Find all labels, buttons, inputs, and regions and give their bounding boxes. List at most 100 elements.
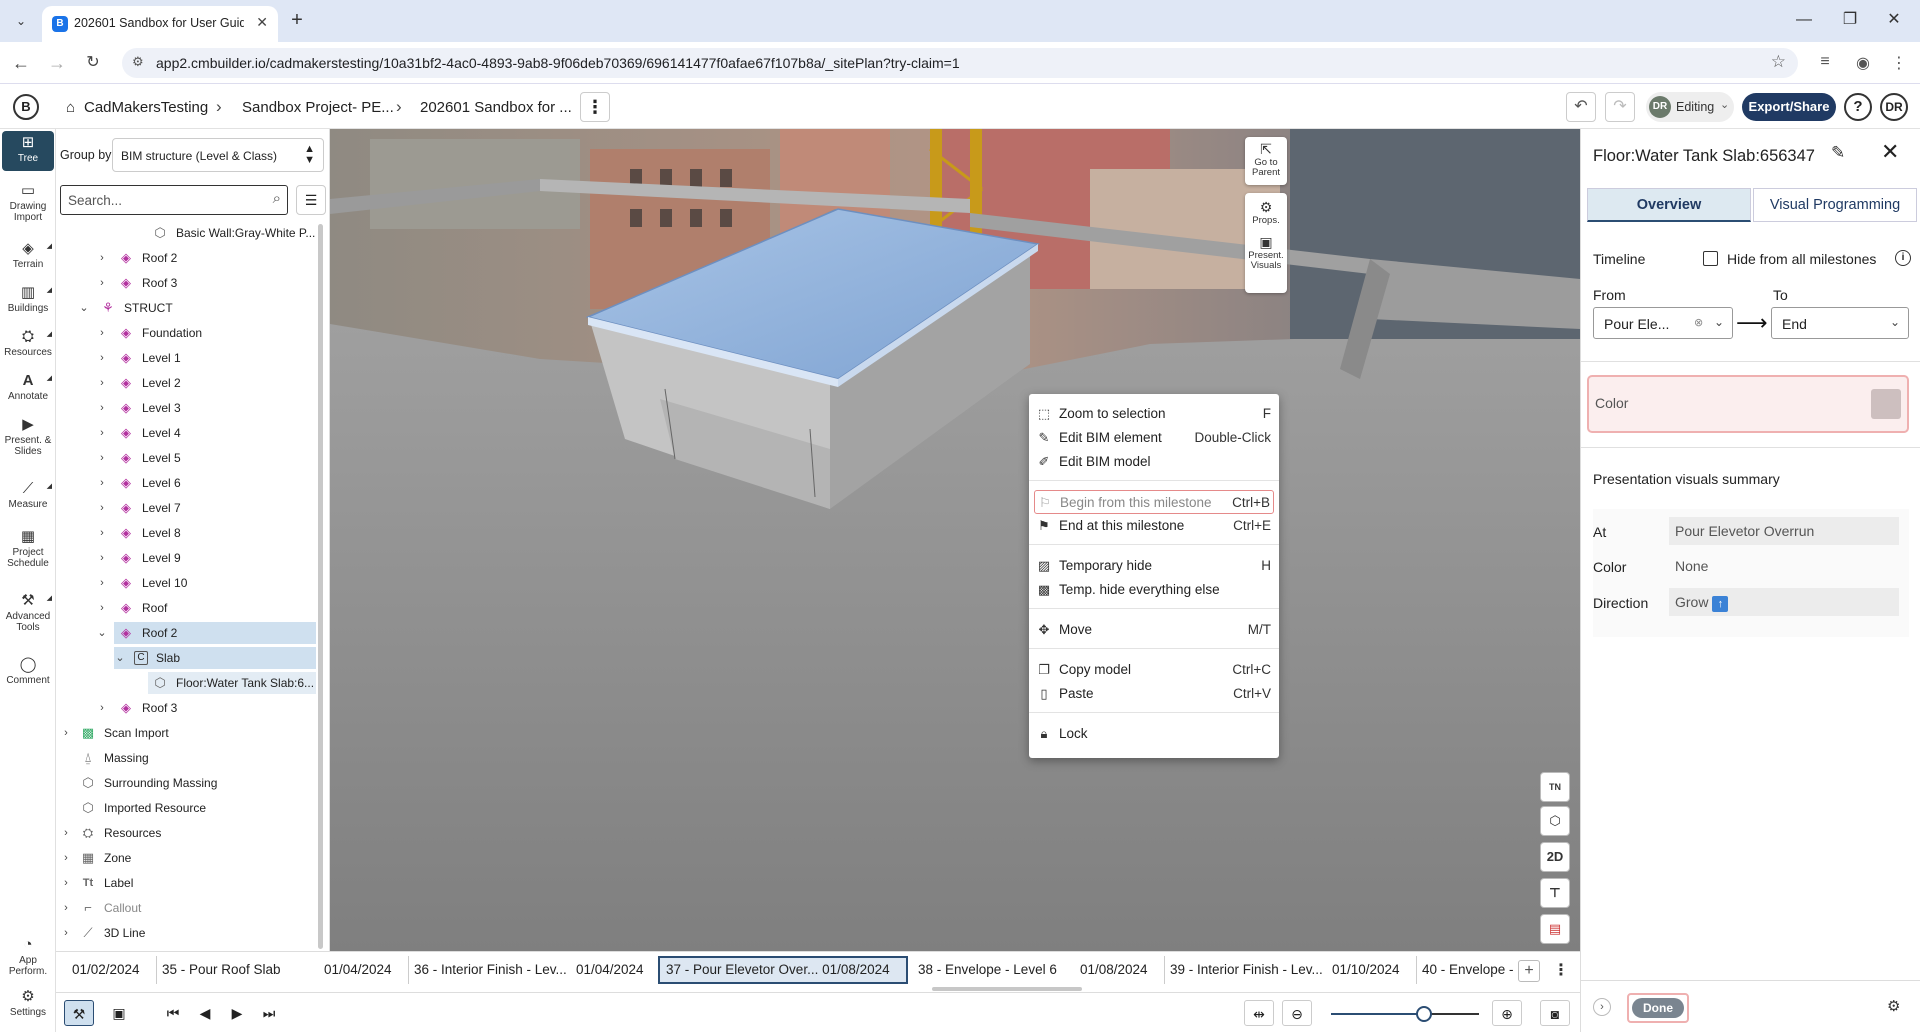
site-info-icon[interactable]: ⚙ (132, 54, 144, 70)
menu-copy-model[interactable]: ❐ Copy model Ctrl+C (1029, 658, 1279, 682)
close-panel-icon[interactable]: ✕ (1881, 139, 1899, 165)
rail-comment[interactable]: ◯ Comment (2, 657, 54, 687)
user-avatar-button[interactable]: DR (1880, 93, 1908, 121)
chevron-down-icon[interactable]: ⌄ (96, 622, 108, 644)
editing-mode-dropdown[interactable]: DR Editing ⌄ (1646, 92, 1734, 122)
home-icon[interactable]: ⌂ (66, 99, 75, 116)
tree-row[interactable]: › ◈ Level 6 (56, 472, 318, 494)
browser-menu-icon[interactable]: ⋮ (1888, 53, 1910, 75)
chevron-right-icon[interactable]: › (60, 722, 72, 744)
help-button[interactable]: ? (1844, 93, 1872, 121)
rail-settings[interactable]: ⚙ Settings (2, 989, 54, 1019)
more-options-button[interactable]: ⋮ (580, 92, 610, 122)
export-share-button[interactable]: Export/Share (1742, 93, 1836, 121)
tree-row-selected-parent[interactable]: ⌄ ◈ Roof 2 (97, 622, 316, 644)
zoom-in-icon[interactable]: ⊕ (1492, 1000, 1522, 1026)
tree-row[interactable]: › ▩ Scan Import (56, 722, 318, 744)
browser-tab[interactable]: B 202601 Sandbox for User Guide ✕ (42, 6, 278, 42)
chevron-right-icon[interactable]: › (96, 522, 108, 544)
tree-options-button[interactable]: ☰ (296, 185, 326, 215)
chevron-right-icon[interactable]: › (96, 497, 108, 519)
done-button[interactable]: Done (1632, 998, 1684, 1018)
menu-begin-from-milestone[interactable]: ⚐ Begin from this milestone Ctrl+B (1034, 490, 1274, 514)
milestone-date[interactable]: 01/08/2024 (1080, 956, 1148, 984)
tab-overview[interactable]: Overview (1587, 188, 1751, 222)
tree-row[interactable]: › Tt Label (56, 872, 318, 894)
tree-row[interactable]: › ◈ Level 9 (56, 547, 318, 569)
step-back-icon[interactable]: ◀ (190, 1000, 220, 1026)
new-tab-button[interactable]: + (284, 8, 310, 34)
reload-icon[interactable]: ↻ (80, 51, 106, 75)
chevron-right-icon[interactable]: › (96, 247, 108, 269)
skip-to-end-icon[interactable]: ⏭ (254, 1000, 284, 1026)
menu-edit-bim-model[interactable]: ✐ Edit BIM model (1029, 450, 1279, 474)
2d-toggle-button[interactable]: 2D (1540, 842, 1570, 872)
play-icon[interactable]: ▶ (222, 1000, 252, 1026)
chevron-down-icon[interactable]: ⌄ (78, 297, 90, 319)
tab-search-chevron-icon[interactable]: ⌄ (8, 9, 34, 33)
zoom-out-icon[interactable]: ⊖ (1282, 1000, 1312, 1026)
chevron-right-icon[interactable]: › (60, 822, 72, 844)
tree-search-input[interactable]: Search... ⌕ (60, 185, 288, 215)
menu-paste[interactable]: ▯ Paste Ctrl+V (1029, 682, 1279, 706)
3d-viewport[interactable]: ⇱ Go to Parent ⚙ Props. ▣ Present. Visuals (330, 129, 1580, 951)
chevron-right-icon[interactable]: › (96, 547, 108, 569)
bookmark-star-icon[interactable]: ☆ (1771, 52, 1786, 72)
milestone-date[interactable]: 01/04/2024 (324, 956, 392, 984)
tree-row[interactable]: › ◈ Level 2 (56, 372, 318, 394)
rail-terrain[interactable]: ◢ ◈ Terrain (2, 241, 54, 271)
tree-row[interactable]: ⌄ ⚘ STRUCT (56, 297, 318, 319)
milestone-item[interactable]: 39 - Interior Finish - Lev... (1170, 956, 1323, 984)
add-milestone-button[interactable]: + (1518, 960, 1540, 982)
screenshot-icon[interactable]: ◙ (1540, 1000, 1570, 1026)
hide-all-milestones-checkbox[interactable] (1703, 251, 1718, 266)
menu-temp-hide-everything-else[interactable]: ▩ Temp. hide everything else (1029, 578, 1279, 602)
chevron-right-icon[interactable]: › (96, 572, 108, 594)
construction-mode-icon[interactable]: ⚒ (64, 1000, 94, 1026)
chevron-right-icon[interactable]: › (96, 422, 108, 444)
tab-close-icon[interactable]: ✕ (256, 14, 268, 31)
menu-move[interactable]: ✥ Move M/T (1029, 618, 1279, 642)
tree-row[interactable]: › ◈ Level 3 (56, 397, 318, 419)
chevron-right-icon[interactable]: › (96, 697, 108, 719)
tab-visual-programming[interactable]: Visual Programming (1753, 188, 1917, 222)
layers-color-button[interactable]: ▤ (1540, 914, 1570, 944)
minimize-icon[interactable]: — (1784, 8, 1824, 32)
chevron-right-icon[interactable]: › (96, 397, 108, 419)
chevron-right-icon[interactable]: › (96, 322, 108, 344)
chevron-right-icon[interactable]: › (96, 472, 108, 494)
milestone-item[interactable]: 35 - Pour Roof Slab (162, 956, 281, 984)
chevron-right-icon[interactable]: › (60, 897, 72, 919)
north-compass-button[interactable]: TN (1540, 772, 1570, 802)
tree-row[interactable]: ⬡ Basic Wall:Gray-White P... (56, 222, 318, 244)
timeline-zoom-slider[interactable] (1331, 1006, 1479, 1022)
menu-lock[interactable]: 🔒︎ Lock (1029, 722, 1279, 746)
url-field[interactable]: ⚙ app2.cmbuilder.io/cadmakerstesting/10a… (122, 48, 1798, 78)
expand-chevron-icon[interactable]: › (1593, 998, 1611, 1016)
back-icon[interactable]: ← (8, 51, 34, 75)
tree-row[interactable]: › ⛭ Resources (56, 822, 318, 844)
tree-row[interactable]: › ◈ Level 8 (56, 522, 318, 544)
breadcrumb-model[interactable]: 202601 Sandbox for ... (420, 99, 572, 116)
tree-row[interactable]: ⬡ Imported Resource (56, 797, 318, 819)
from-milestone-select[interactable]: Pour Ele... ⊗ ⌄ (1593, 307, 1733, 339)
restore-icon[interactable]: ❐ (1830, 8, 1870, 32)
skip-to-start-icon[interactable]: ⏮ (158, 1000, 188, 1026)
zoom-slider-knob[interactable] (1416, 1006, 1433, 1022)
fit-timeline-icon[interactable]: ⇹ (1244, 1000, 1274, 1026)
rail-resources[interactable]: ◢ ⛭ Resources (2, 329, 54, 359)
window-close-icon[interactable]: ✕ (1874, 8, 1914, 32)
milestone-date[interactable]: 01/02/2024 (72, 956, 140, 984)
present-visuals-button[interactable]: ▣ Present. Visuals (1245, 234, 1287, 271)
rail-annotate[interactable]: ◢ A Annotate (2, 373, 54, 403)
forward-icon[interactable]: → (44, 51, 70, 75)
tree-row[interactable]: › ⌐ Callout (56, 897, 318, 919)
color-row[interactable]: Color (1587, 375, 1909, 433)
tree-row[interactable]: › ▦ Zone (56, 847, 318, 869)
chevron-down-icon[interactable]: ⌄ (114, 647, 126, 669)
milestone-item[interactable]: 40 - Envelope - (1422, 956, 1514, 984)
tree-row[interactable]: › ◈ Level 10 (56, 572, 318, 594)
menu-zoom-to-selection[interactable]: ⬚ Zoom to selection F (1029, 402, 1279, 426)
chevron-right-icon[interactable]: › (96, 372, 108, 394)
timeline-scrollbar[interactable] (932, 987, 1082, 991)
